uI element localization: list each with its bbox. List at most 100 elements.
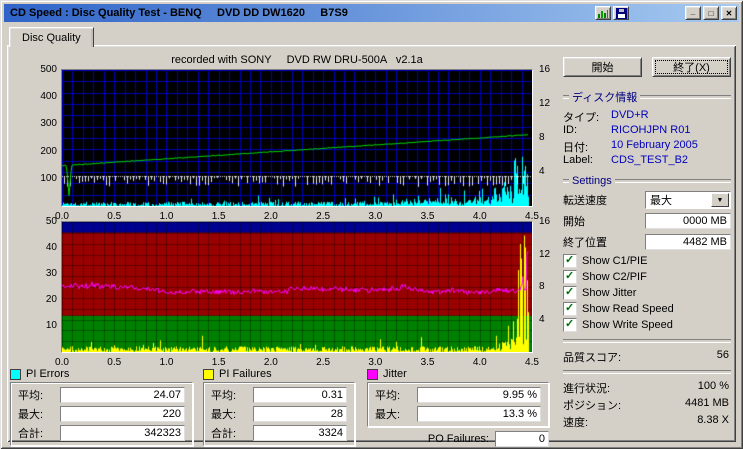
axis-tick: 20 (7, 294, 57, 305)
axis-tick: 1.5 (209, 211, 229, 222)
jitter-max: 13.3 % (417, 406, 541, 422)
pi-failures-total: 3324 (253, 425, 347, 441)
stat-label: 合計: (18, 425, 60, 441)
start-button[interactable]: 開始 (563, 57, 642, 77)
checkbox-show-jitter[interactable]: Show Jitter (563, 286, 731, 299)
chart-area: recorded with SONY DVD RW DRU-500A v2.1a… (7, 45, 560, 442)
disc-id-value: RICOHJPN R01 (611, 124, 690, 137)
axis-tick: 300 (7, 118, 57, 129)
axis-tick: 8 (539, 281, 545, 292)
pi-errors-speed-chart (61, 69, 533, 207)
disc-date-row: 日付: 10 February 2005 (563, 139, 731, 152)
checkbox-icon[interactable] (563, 254, 577, 268)
axis-tick: 200 (7, 146, 57, 157)
checkbox-label: Show C2/PIF (582, 271, 647, 283)
axis-tick: 400 (7, 91, 57, 102)
pi-failures-max: 28 (253, 406, 347, 422)
tab-disc-quality[interactable]: Disc Quality (9, 27, 94, 47)
axis-tick: 2.5 (313, 211, 333, 222)
minimize-button[interactable]: _ (685, 6, 701, 20)
pi-failures-average: 0.31 (253, 387, 347, 403)
save-icon[interactable] (613, 6, 629, 20)
settings-header: Settings (563, 175, 731, 187)
progress-row: 進行状況: 100 % (563, 380, 731, 393)
axis-tick: 500 (7, 64, 57, 75)
checkbox-label: Show Read Speed (582, 303, 674, 315)
checkbox-show-read-speed[interactable]: Show Read Speed (563, 302, 731, 315)
axis-tick: 12 (539, 249, 550, 260)
axis-tick: 3.0 (365, 211, 385, 222)
title-bar[interactable]: CD Speed : Disc Quality Test - BENQ DVD … (4, 4, 739, 22)
axis-tick: 3.0 (365, 357, 385, 368)
panel-title: Jitter (383, 368, 407, 380)
axis-tick: 4.0 (470, 357, 490, 368)
end-position-field[interactable]: 4482 MB (645, 234, 731, 250)
disc-type-row: タイプ: DVD+R (563, 109, 731, 122)
divider (563, 370, 731, 374)
start-position-label: 開始 (563, 213, 585, 229)
start-position-field[interactable]: 0000 MB (645, 213, 731, 229)
stat-label: 合計: (211, 425, 253, 441)
jitter-pi-failures-chart (61, 221, 533, 353)
stat-label: 最大: (375, 406, 417, 422)
axis-tick: 3.5 (418, 357, 438, 368)
pi-errors-max: 220 (60, 406, 185, 422)
jitter-color-swatch (367, 369, 378, 380)
disc-date-value: 10 February 2005 (611, 139, 698, 152)
exit-button[interactable]: 終了(X) (652, 57, 731, 77)
stat-label: 最大: (18, 406, 60, 422)
chart-icon[interactable] (595, 6, 611, 20)
pi-errors-panel: PI Errors 平均: 24.07 最大: 220 合計: 342323 (10, 368, 193, 446)
chevron-down-icon[interactable] (711, 193, 729, 207)
window-title: CD Speed : Disc Quality Test - BENQ DVD … (6, 7, 595, 19)
axis-tick: 4 (539, 314, 545, 325)
checkbox-label: Show Write Speed (582, 319, 673, 331)
axis-tick: 2.5 (313, 357, 333, 368)
speed-value: 8.38 X (697, 414, 729, 427)
axis-tick: 16 (539, 64, 550, 75)
stat-label: 平均: (375, 387, 417, 403)
checkbox-icon[interactable] (563, 318, 577, 332)
checkbox-show-c2-pif[interactable]: Show C2/PIF (563, 270, 731, 283)
disc-label-row: Label: CDS_TEST_B2 (563, 154, 731, 167)
axis-tick: 1.0 (156, 357, 176, 368)
pi-errors-total: 342323 (60, 425, 185, 441)
divider (563, 179, 569, 183)
axis-tick: 30 (7, 268, 57, 279)
stat-label: 平均: (18, 387, 60, 403)
transfer-rate-label: 転送速度 (563, 192, 607, 208)
progress-value: 100 % (698, 380, 729, 393)
checkbox-icon[interactable] (563, 286, 577, 300)
close-button[interactable]: ✕ (721, 6, 737, 20)
tab-label: Disc Quality (22, 32, 81, 44)
tab-page: recorded with SONY DVD RW DRU-500A v2.1a… (7, 45, 736, 442)
checkbox-icon[interactable] (563, 302, 577, 316)
disc-id-row: ID: RICOHJPN R01 (563, 124, 731, 137)
checkbox-show-write-speed[interactable]: Show Write Speed (563, 318, 731, 331)
checkbox-show-c1-pie[interactable]: Show C1/PIE (563, 254, 731, 267)
axis-tick: 1.0 (156, 211, 176, 222)
pi-errors-average: 24.07 (60, 387, 185, 403)
maximize-button[interactable]: □ (703, 6, 719, 20)
titlebar-spacer (631, 13, 683, 14)
axis-tick: 4.5 (522, 357, 542, 368)
po-failures-label: PO Failures: (428, 433, 489, 445)
checkbox-label: Show C1/PIE (582, 255, 647, 267)
app-window: CD Speed : Disc Quality Test - BENQ DVD … (0, 0, 743, 449)
axis-tick: 0.0 (52, 357, 72, 368)
title-buttons: _ □ ✕ (595, 6, 737, 20)
divider (563, 95, 569, 99)
disc-label-value: CDS_TEST_B2 (611, 154, 688, 167)
axis-tick: 10 (7, 320, 57, 331)
axis-tick: 12 (539, 98, 550, 109)
divider (563, 339, 731, 343)
speed-row: 速度: 8.38 X (563, 414, 731, 427)
divider (615, 179, 731, 183)
divider (640, 95, 731, 99)
position-row: ポジション: 4481 MB (563, 397, 731, 410)
transfer-rate-select[interactable]: 最大 (645, 191, 731, 209)
jitter-panel: Jitter 平均: 9.95 % 最大: 13.3 % PO Failures… (367, 368, 549, 447)
checkbox-icon[interactable] (563, 270, 577, 284)
axis-tick: 16 (539, 216, 550, 227)
axis-tick: 1.5 (209, 357, 229, 368)
